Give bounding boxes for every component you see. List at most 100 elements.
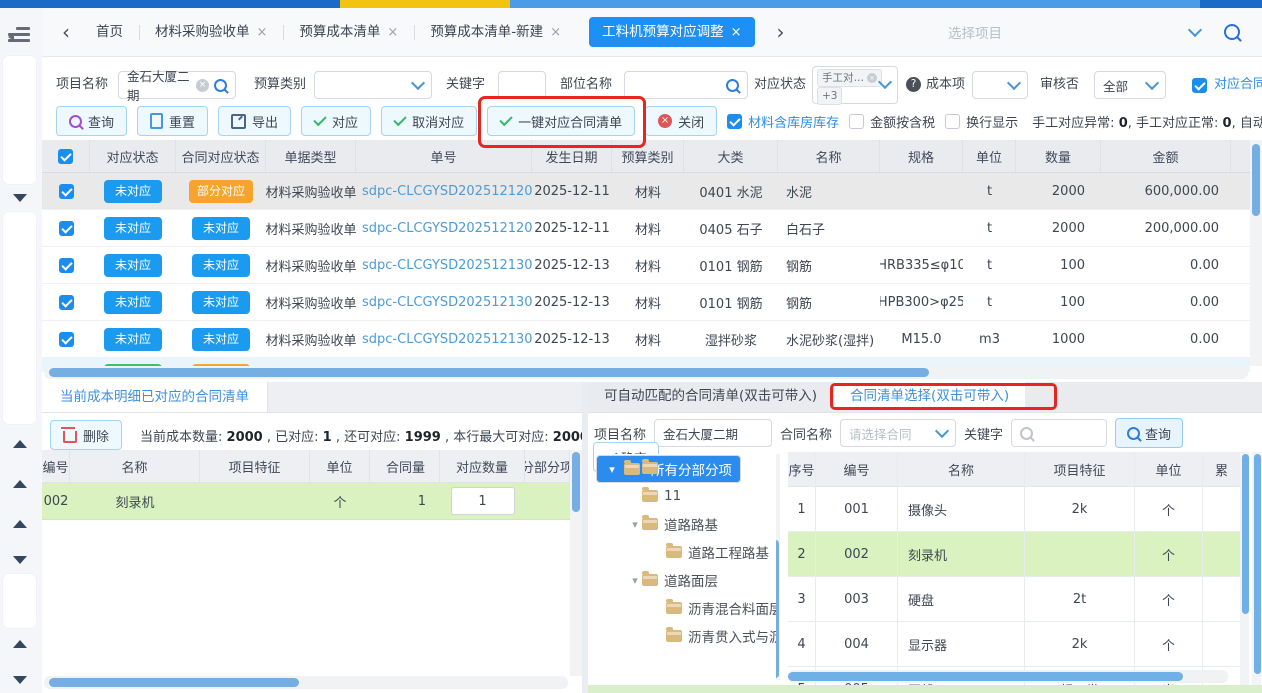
export-button[interactable]: 导出 [218, 106, 291, 136]
tree-node[interactable]: 道路工程路基 [596, 538, 776, 566]
match-contract-checkbox[interactable] [1192, 78, 1207, 93]
search-icon[interactable] [1224, 24, 1240, 40]
inventory-checkbox[interactable]: 材料含库房库存 [727, 112, 839, 131]
tabs-back-icon[interactable]: ‹ [52, 20, 80, 44]
location-input[interactable] [624, 71, 748, 99]
bottom-scroll-track[interactable] [588, 685, 1262, 693]
close-icon[interactable]: × [257, 25, 268, 40]
tree-node[interactable]: 11 [596, 482, 776, 510]
tree-node[interactable]: ▾ 所有分部分项 [596, 455, 741, 483]
main-table-hscrollbar[interactable] [44, 366, 1248, 379]
nav-tab[interactable]: 材料采购验收单× [139, 8, 283, 57]
doc-no-link[interactable]: sdpc-CLCGYSD2025121300 [356, 321, 532, 357]
doc-no-link[interactable]: sdpc-CLCGYSD2025121200 [356, 173, 532, 209]
scroll-up-icon[interactable] [13, 640, 27, 648]
bl-hscroll-thumb[interactable] [49, 678, 299, 687]
scroll-up-icon[interactable] [13, 440, 27, 448]
nav-tab[interactable]: 预算成本清单-新建× [414, 8, 577, 57]
project-select[interactable]: 选择项目 [948, 22, 1200, 42]
wrap-checkbox[interactable]: 换行显示 [945, 112, 1018, 131]
br-hscrollbar[interactable] [788, 670, 1228, 683]
doc-no-link[interactable]: sdpc-CLCGYSD2025121300 [356, 284, 532, 320]
table-row[interactable]: 未对应 未对应 材料采购验收单 sdpc-CLCGYSD2025121200 2… [42, 210, 1250, 247]
clear-icon[interactable]: × [867, 73, 877, 83]
collapse-menu-icon[interactable] [8, 24, 30, 45]
tree-node[interactable]: ▾ 道路路基 [596, 510, 776, 538]
close-icon[interactable]: × [731, 25, 742, 40]
row-checkbox[interactable] [59, 221, 74, 236]
select-all-checkbox[interactable] [58, 149, 73, 164]
close-icon[interactable]: × [387, 25, 398, 40]
scroll-up-icon[interactable] [13, 520, 27, 528]
search-icon[interactable] [726, 79, 739, 92]
br-vscrollbar-outer[interactable] [1252, 452, 1261, 685]
nav-tab[interactable]: 预算成本清单× [283, 8, 414, 57]
br-vscroll-thumb[interactable] [1254, 454, 1261, 674]
tree-expand-icon[interactable]: ▾ [628, 518, 642, 531]
match-status-multiselect[interactable]: 手工对…× +3 [812, 66, 898, 104]
keyword-input[interactable] [1011, 419, 1107, 447]
doc-no-link[interactable]: sdpc-CLCGYSD2025121200 [356, 210, 532, 246]
audit-select[interactable]: 全部 [1094, 71, 1166, 99]
contract-item-row[interactable]: 2 002 刻录机 个 [788, 532, 1240, 577]
scroll-up-icon[interactable] [13, 480, 27, 488]
tree-expand-icon[interactable]: ▾ [628, 574, 642, 587]
close-button[interactable]: ×关闭 [645, 106, 717, 136]
project-name-input[interactable]: 金石大厦二期 × [118, 71, 236, 99]
main-table-vscrollbar[interactable] [1250, 140, 1262, 366]
tax-checkbox[interactable]: 金额按含税 [849, 112, 935, 131]
cost-item-select[interactable] [972, 71, 1028, 99]
main-table-vscroll-thumb[interactable] [1252, 144, 1260, 216]
keyword-input[interactable] [498, 71, 546, 99]
main-table-hscroll-thumb[interactable] [49, 368, 929, 377]
match-qty-input[interactable]: 1 [451, 487, 515, 515]
search-icon[interactable] [214, 79, 227, 92]
row-checkbox[interactable] [59, 332, 74, 347]
scroll-down-icon[interactable] [13, 676, 27, 684]
bl-vscroll-thumb[interactable] [572, 452, 580, 512]
close-icon[interactable]: × [550, 25, 561, 40]
tab-matched-contract-items[interactable]: 当前成本明细已对应的合同清单 [42, 382, 268, 412]
tree-expand-icon[interactable]: ▾ [605, 463, 619, 476]
contract-item-row[interactable]: 4 004 显示器 2k 个 [788, 622, 1240, 667]
br-vscroll-thumb[interactable] [1242, 454, 1249, 614]
tab-contract-select[interactable]: 合同清单选择(双击可带入) [834, 382, 1025, 410]
help-icon[interactable]: ? [906, 77, 921, 92]
contract-item-row[interactable]: 1 001 摄像头 2k 个 [788, 487, 1240, 532]
nav-tab[interactable]: 工料机预算对应调整× [589, 17, 754, 47]
table-row[interactable]: 未对应 未对应 材料采购验收单 sdpc-CLCGYSD2025121300 2… [42, 247, 1250, 284]
delete-button[interactable]: 删除 [50, 420, 122, 450]
reset-button[interactable]: 重置 [137, 106, 208, 136]
scroll-down-icon[interactable] [13, 194, 27, 202]
bl-table-row[interactable]: 002 刻录机 个 1 1 [42, 483, 570, 520]
query-button[interactable]: 查询 [56, 106, 127, 136]
tree-node[interactable]: ▾ 道路面层 [596, 566, 776, 594]
row-checkbox[interactable] [59, 258, 74, 273]
clear-icon[interactable]: × [196, 79, 209, 92]
unmatch-button[interactable]: 取消对应 [381, 106, 477, 136]
query-button[interactable]: 查询 [1115, 418, 1183, 448]
table-row[interactable]: 未对应 未对应 材料采购验收单 sdpc-CLCGYSD2025121300 2… [42, 284, 1250, 321]
bl-vscrollbar[interactable] [570, 450, 582, 676]
nav-tab[interactable]: 首页 [80, 8, 139, 56]
tree-node[interactable]: 沥青贯入式与沥 [596, 622, 776, 650]
tab-auto-match[interactable]: 可自动匹配的合同清单(双击可带入) [588, 382, 834, 410]
doc-no-link[interactable]: sdpc-CLCGYSD2025121300 [356, 247, 532, 283]
br-hscroll-thumb[interactable] [788, 672, 1183, 681]
budget-type-select[interactable] [314, 71, 432, 99]
contract-item-row[interactable]: 3 003 硬盘 2t 个 [788, 577, 1240, 622]
contract-select[interactable]: 请选择合同 [840, 419, 956, 447]
one-click-match-button[interactable]: 一键对应合同清单 [487, 106, 635, 136]
scroll-down-icon[interactable] [13, 556, 27, 564]
row-checkbox[interactable] [59, 184, 74, 199]
table-row[interactable]: 未对应 未对应 材料采购验收单 sdpc-CLCGYSD2025121300 2… [42, 321, 1250, 358]
project-name-input[interactable]: 金石大厦二期 [654, 419, 772, 447]
table-body: 未对应 部分对应 材料采购验收单 sdpc-CLCGYSD2025121200 … [42, 173, 1250, 358]
row-checkbox[interactable] [59, 295, 74, 310]
bl-hscrollbar[interactable] [44, 676, 568, 689]
br-vscrollbar-inner[interactable] [1240, 452, 1249, 685]
table-row[interactable]: 未对应 部分对应 材料采购验收单 sdpc-CLCGYSD2025121200 … [42, 173, 1250, 210]
tabs-forward-icon[interactable]: › [767, 20, 795, 44]
tree-node[interactable]: 沥青混合料面层 [596, 594, 776, 622]
match-button[interactable]: 对应 [301, 106, 371, 136]
